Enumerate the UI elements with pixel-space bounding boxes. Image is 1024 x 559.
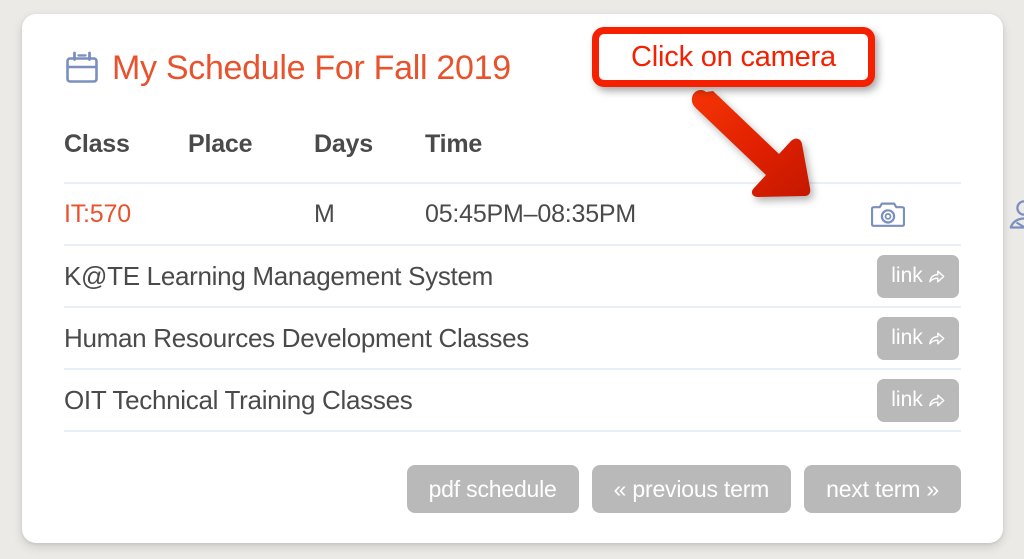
- callout-text: Click on camera: [631, 40, 836, 73]
- list-item: OIT Technical Training Classes link: [64, 370, 961, 432]
- column-header-place: Place: [188, 130, 253, 158]
- person-icon[interactable]: [1008, 198, 1024, 230]
- share-arrow-icon: [928, 332, 945, 344]
- callout-box: Click on camera: [592, 27, 875, 87]
- share-arrow-icon: [928, 394, 945, 406]
- link-button[interactable]: link: [877, 254, 959, 298]
- list-item: Human Resources Development Classes link: [64, 308, 961, 370]
- schedule-card: My Schedule For Fall 2019 Class Place Da…: [22, 14, 1024, 543]
- calendar-icon: [66, 51, 98, 83]
- previous-term-button[interactable]: « previous term: [591, 465, 792, 513]
- page-title-row: My Schedule For Fall 2019: [64, 50, 511, 86]
- share-arrow-icon: [928, 270, 945, 282]
- column-header-days: Days: [314, 130, 373, 158]
- next-term-button[interactable]: next term »: [804, 465, 961, 513]
- list-item-label: Human Resources Development Classes: [64, 322, 529, 353]
- link-button-label: link: [891, 264, 923, 287]
- red-arrow-icon: [691, 90, 811, 197]
- column-header-class: Class: [64, 130, 130, 158]
- cell-days: M: [314, 199, 335, 228]
- link-button-label: link: [891, 326, 923, 349]
- list-item-label: OIT Technical Training Classes: [64, 384, 413, 415]
- link-button-label: link: [891, 388, 923, 411]
- footer-button-bar: pdf schedule « previous term next term »: [64, 465, 961, 513]
- link-button[interactable]: link: [877, 378, 959, 422]
- cell-class-code[interactable]: IT:570: [64, 200, 188, 229]
- list-item: K@TE Learning Management System link: [64, 246, 961, 308]
- pdf-schedule-button[interactable]: pdf schedule: [406, 465, 579, 513]
- link-button[interactable]: link: [877, 316, 959, 360]
- list-item-label: K@TE Learning Management System: [64, 260, 493, 291]
- page-title: My Schedule For Fall 2019: [112, 49, 511, 87]
- camera-icon[interactable]: [871, 199, 905, 229]
